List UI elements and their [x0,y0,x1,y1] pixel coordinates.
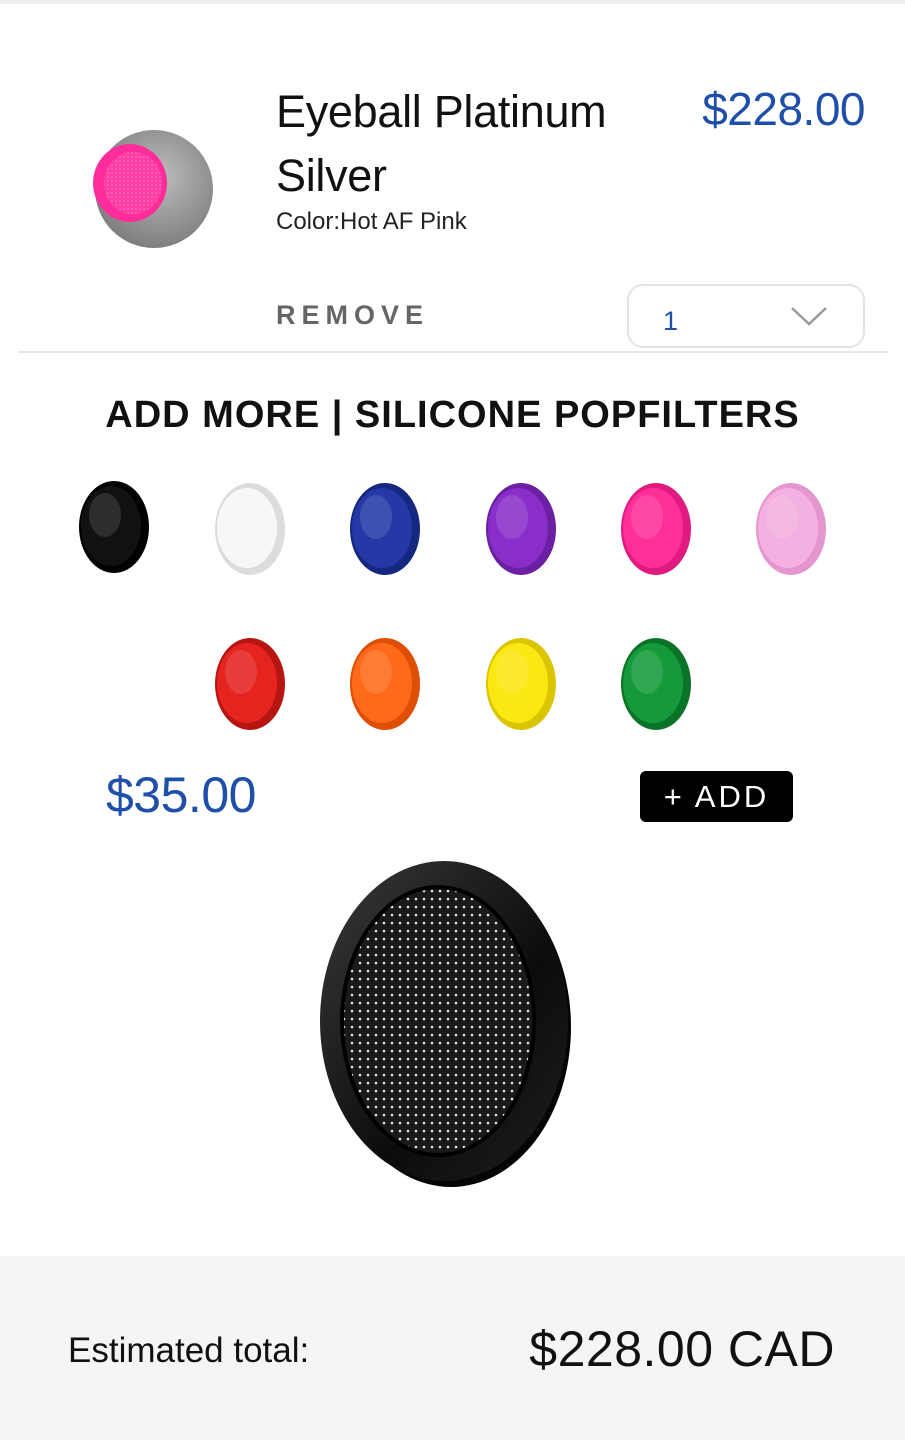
estimated-total-value: $228.00 CAD [529,1321,835,1377]
remove-button[interactable]: REMOVE [276,300,429,331]
swatch-white[interactable] [211,481,287,577]
cart-footer: Estimated total: $228.00 CAD [0,1256,905,1440]
quantity-value: 1 [663,306,679,336]
upsell-title: ADD MORE | SILICONE POPFILTERS [105,394,800,436]
popfilter-product-image [320,861,571,1187]
chevron-down-icon [791,307,827,326]
add-button[interactable]: + ADD [640,771,793,822]
swatch-yellow[interactable] [482,636,558,732]
swatch-orange[interactable] [346,636,422,732]
upsell-price: $35.00 [106,767,256,823]
top-divider [0,0,905,4]
product-title[interactable]: Eyeball Platinum Silver [276,80,656,208]
swatch-red[interactable] [211,636,287,732]
section-divider [18,351,888,353]
product-price: $228.00 [702,83,865,135]
swatch-light-pink[interactable] [752,481,828,577]
quantity-select[interactable]: 1 [627,284,865,348]
swatch-green[interactable] [617,636,693,732]
product-color: Color:Hot AF Pink [276,208,467,235]
swatch-pink[interactable] [617,481,693,577]
swatch-purple[interactable] [482,481,558,577]
swatch-blue[interactable] [346,481,422,577]
swatch-black[interactable] [75,479,151,575]
product-thumbnail[interactable] [90,127,214,251]
estimated-total-label: Estimated total: [68,1331,310,1370]
